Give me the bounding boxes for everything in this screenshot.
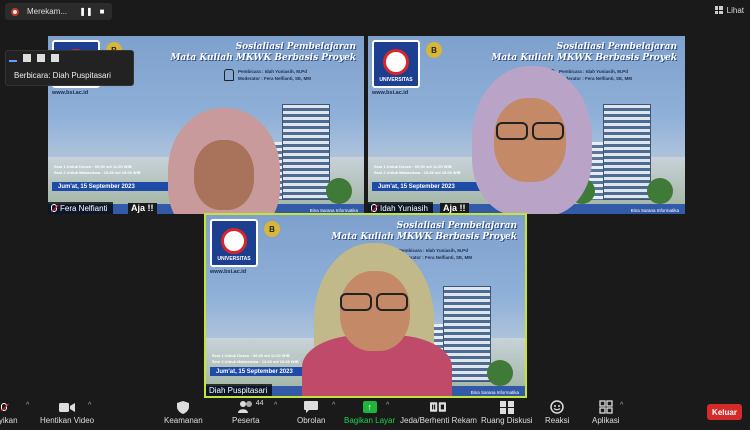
- unmute-button[interactable]: unyikan: [0, 400, 18, 425]
- smiley-icon: [549, 400, 565, 414]
- list-view-icon[interactable]: [37, 54, 45, 62]
- caret-up-icon[interactable]: ^: [620, 402, 623, 409]
- participant-name: Diah Puspitasari: [209, 385, 268, 395]
- active-speaker-label: Berbicara: Diah Puspitasari: [14, 71, 111, 80]
- recording-label: Merekam...: [27, 7, 68, 16]
- slide-date: Jum'at, 15 September 2023: [372, 182, 492, 191]
- mic-muted-icon: [371, 204, 377, 212]
- record-icon: [11, 7, 19, 16]
- slide-schedule: Sesi 1 Untuk Dosen : 09.00 s/d 11.00 WIB…: [54, 164, 141, 175]
- slide-schedule: Sesi 1 Untuk Dosen : 09.00 s/d 11.00 WIB…: [212, 353, 299, 364]
- stop-icon[interactable]: ■: [96, 6, 108, 18]
- chat-button[interactable]: Obrolan: [297, 400, 325, 425]
- slide-date: Jum'at, 15 September 2023: [52, 182, 172, 191]
- slide-aja: Aja !!: [128, 203, 157, 214]
- grid-icon: [714, 6, 723, 14]
- view-button[interactable]: Lihat: [714, 3, 744, 17]
- gallery-view-icon[interactable]: [51, 54, 59, 62]
- security-button[interactable]: Keamanan: [164, 400, 203, 425]
- slide-aja: Aja !!: [440, 203, 469, 214]
- slide-schedule: Sesi 1 Untuk Dosen : 09.00 s/d 11.00 WIB…: [374, 164, 461, 175]
- caret-up-icon[interactable]: ^: [88, 402, 91, 409]
- share-screen-icon: ↑: [362, 400, 378, 414]
- video-camera-icon: [59, 400, 76, 414]
- slide-title-line2: Mata Kuliah MKWK Berbasis Proyek: [331, 232, 517, 242]
- active-speaker-video-tile[interactable]: UNIVERSITAS B Sosialiasi Pembelajaran Ma…: [204, 213, 527, 398]
- breakout-rooms-button[interactable]: Ruang Diskusi: [481, 400, 533, 425]
- apps-button[interactable]: Aplikasi: [592, 400, 620, 425]
- university-logo: UNIVERSITAS: [210, 219, 258, 267]
- participant-name-tag: Fera Nelfianti: [48, 202, 113, 214]
- slide-title-line2: Mata Kuliah MKWK Berbasis Proyek: [491, 53, 677, 63]
- participant-video-tile[interactable]: UNIVERSITAS B Sosialiasi Pembelajaran Ma…: [368, 36, 685, 214]
- thumbnail-view-icon[interactable]: [23, 54, 31, 62]
- slide-title-line2: Mata Kuliah MKWK Berbasis Proyek: [170, 53, 356, 63]
- slide-title-line1: Sosialiasi Pembelajaran: [235, 42, 356, 52]
- participants-count: 44: [255, 400, 264, 407]
- pause-stop-icon: [430, 400, 447, 414]
- slide-speakers: Pembicara : Idah Yuniasih, M.Pd Moderator…: [238, 69, 312, 81]
- speaker-icon: [224, 69, 234, 81]
- chat-bubble-icon: [303, 400, 319, 414]
- zoom-meeting-window: Merekam... ❚❚ ■ Lihat UNIVERSITAS B Sosi…: [0, 0, 750, 430]
- meeting-toolbar: unyikan ^ Hentikan Video ^ Keamanan 44 P…: [0, 398, 750, 430]
- people-icon: 44: [237, 400, 264, 414]
- caret-up-icon[interactable]: ^: [332, 402, 335, 409]
- accreditation-medal: B: [264, 221, 280, 237]
- slide-title-line1: Sosialiasi Pembelajaran: [556, 42, 677, 52]
- view-mode-switcher[interactable]: [6, 54, 59, 64]
- slide-website: www.bsi.ac.id: [372, 90, 409, 96]
- slide-website: www.bsi.ac.id: [52, 90, 89, 96]
- caret-up-icon[interactable]: ^: [274, 402, 277, 409]
- recording-indicator: Merekam... ❚❚ ■: [5, 3, 112, 20]
- slide-social: Bina Sarana Informatika: [309, 208, 358, 213]
- mic-muted-icon: [51, 204, 57, 212]
- participant-name: Fera Nelfianti: [60, 203, 108, 213]
- mic-muted-icon: [0, 400, 12, 414]
- caret-up-icon[interactable]: ^: [386, 402, 389, 409]
- apps-icon: [598, 400, 614, 414]
- speaker-indicator-popup: Berbicara: Diah Puspitasari: [5, 50, 134, 86]
- slide-social: Bina Sarana Informatika: [630, 208, 679, 213]
- participant-name-tag: Idah Yuniasih: [368, 202, 433, 214]
- participant-name: Idah Yuniasih: [380, 203, 428, 213]
- participants-button[interactable]: 44 Peserta: [232, 400, 264, 425]
- slide-social: Bina Sarana Informatika: [470, 390, 519, 395]
- slide-title-line1: Sosialiasi Pembelajaran: [396, 221, 517, 231]
- stop-video-button[interactable]: Hentikan Video: [40, 400, 94, 425]
- reactions-button[interactable]: Reaksi: [545, 400, 569, 425]
- caret-up-icon[interactable]: ^: [26, 402, 29, 409]
- pause-stop-recording-button[interactable]: Jeda/Berhenti Rekam: [400, 400, 477, 425]
- slide-speakers: Pembicara : Idah Yuniasih, M.Pd Moderator…: [559, 69, 633, 81]
- university-logo: UNIVERSITAS: [372, 40, 420, 88]
- slide-website: www.bsi.ac.id: [210, 269, 247, 275]
- shield-icon: [175, 400, 191, 414]
- breakout-rooms-icon: [499, 400, 515, 414]
- view-label: Lihat: [726, 5, 744, 15]
- pause-icon[interactable]: ❚❚: [79, 6, 92, 18]
- accreditation-medal: B: [426, 42, 442, 58]
- slide-speakers: Pembicara : Idah Yuniasih, M.Pd Moderator…: [399, 248, 473, 260]
- participant-name-tag: Diah Puspitasari: [206, 384, 273, 396]
- minimize-icon[interactable]: [9, 60, 17, 62]
- leave-meeting-button[interactable]: Keluar: [707, 404, 742, 420]
